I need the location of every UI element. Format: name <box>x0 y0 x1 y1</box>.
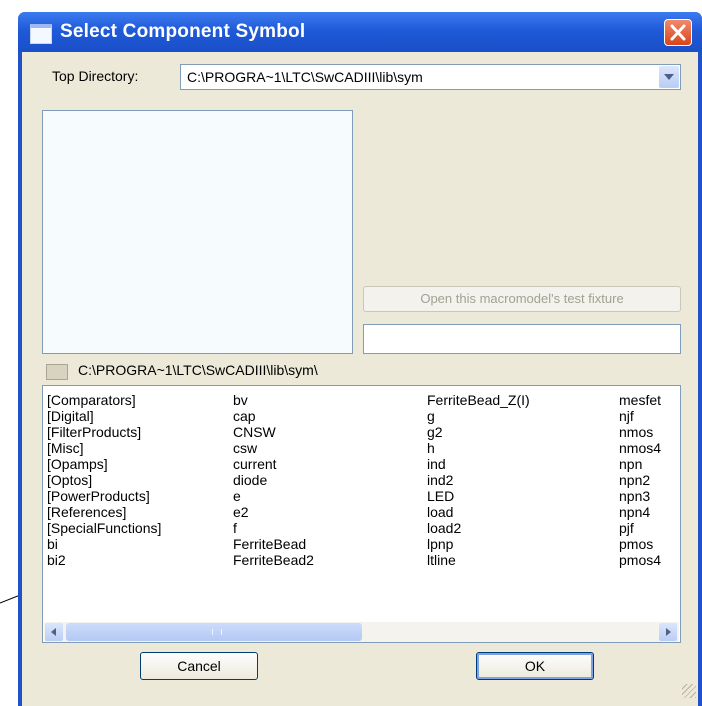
list-item[interactable]: [SpecialFunctions] <box>47 520 161 536</box>
top-directory-label: Top Directory: <box>52 68 139 84</box>
list-item[interactable]: ind2 <box>427 472 530 488</box>
folder-icon <box>46 364 68 380</box>
list-item[interactable]: h <box>427 440 530 456</box>
current-path-label: C:\PROGRA~1\LTC\SwCADIII\lib\sym\ <box>78 362 318 378</box>
list-item[interactable]: npn4 <box>619 504 661 520</box>
list-item[interactable]: mesfet <box>619 392 661 408</box>
list-item[interactable]: csw <box>233 440 314 456</box>
open-test-fixture-button[interactable]: Open this macromodel's test fixture <box>363 286 681 312</box>
list-column-3: FerriteBead_Z(I) g g2 h ind ind2 LED loa… <box>427 392 530 568</box>
symbol-preview-pane <box>42 110 353 354</box>
resize-grip-icon[interactable] <box>682 684 696 698</box>
list-item[interactable]: nmos <box>619 424 661 440</box>
list-item[interactable]: [Misc] <box>47 440 161 456</box>
window-icon <box>30 24 52 44</box>
list-item[interactable]: [PowerProducts] <box>47 488 161 504</box>
close-button[interactable] <box>664 19 692 46</box>
list-item[interactable]: npn2 <box>619 472 661 488</box>
thumb-grip-icon <box>212 629 222 635</box>
list-item[interactable]: g <box>427 408 530 424</box>
list-item[interactable]: current <box>233 456 314 472</box>
list-column-4: mesfet njf nmos nmos4 npn npn2 npn3 npn4… <box>619 392 661 568</box>
list-item[interactable]: pmos4 <box>619 552 661 568</box>
list-item[interactable]: load <box>427 504 530 520</box>
list-item[interactable]: ltline <box>427 552 530 568</box>
list-item[interactable]: CNSW <box>233 424 314 440</box>
list-item[interactable]: e <box>233 488 314 504</box>
list-column-1: [Comparators] [Digital] [FilterProducts]… <box>47 392 161 568</box>
list-item[interactable]: [Comparators] <box>47 392 161 408</box>
list-item[interactable]: npn3 <box>619 488 661 504</box>
list-item[interactable]: e2 <box>233 504 314 520</box>
list-item[interactable]: [Optos] <box>47 472 161 488</box>
list-item[interactable]: pjf <box>619 520 661 536</box>
chevron-down-icon[interactable] <box>659 66 679 88</box>
list-item[interactable]: LED <box>427 488 530 504</box>
list-item[interactable]: pmos <box>619 536 661 552</box>
top-directory-select[interactable]: C:\PROGRA~1\LTC\SwCADIII\lib\sym <box>180 64 681 90</box>
top-directory-value: C:\PROGRA~1\LTC\SwCADIII\lib\sym <box>187 69 423 85</box>
list-item[interactable]: nmos4 <box>619 440 661 456</box>
arrow-left-icon[interactable] <box>45 623 63 641</box>
select-component-symbol-dialog: Select Component Symbol Top Directory: C… <box>18 12 702 706</box>
window-title: Select Component Symbol <box>60 21 306 42</box>
symbol-listbox[interactable]: [Comparators] [Digital] [FilterProducts]… <box>42 385 681 643</box>
list-item[interactable]: diode <box>233 472 314 488</box>
macromodel-description-field[interactable] <box>363 324 681 354</box>
list-item[interactable]: npn <box>619 456 661 472</box>
list-column-2: bv cap CNSW csw current diode e e2 f Fer… <box>233 392 314 568</box>
list-item[interactable]: f <box>233 520 314 536</box>
list-item[interactable]: FerriteBead2 <box>233 552 314 568</box>
list-item[interactable]: FerriteBead <box>233 536 314 552</box>
close-icon <box>670 24 686 41</box>
list-item[interactable]: [Opamps] <box>47 456 161 472</box>
list-item[interactable]: g2 <box>427 424 530 440</box>
horizontal-scrollbar[interactable] <box>44 622 679 642</box>
list-item[interactable]: cap <box>233 408 314 424</box>
list-item[interactable]: bi2 <box>47 552 161 568</box>
dialog-body: Top Directory: C:\PROGRA~1\LTC\SwCADIII\… <box>22 52 698 706</box>
list-item[interactable]: FerriteBead_Z(I) <box>427 392 530 408</box>
list-item[interactable]: [FilterProducts] <box>47 424 161 440</box>
list-item[interactable]: njf <box>619 408 661 424</box>
arrow-right-icon[interactable] <box>659 623 677 641</box>
cancel-button[interactable]: Cancel <box>140 652 258 680</box>
list-item[interactable]: lpnp <box>427 536 530 552</box>
scrollbar-thumb[interactable] <box>66 623 362 641</box>
ok-button[interactable]: OK <box>476 652 594 680</box>
list-item[interactable]: bi <box>47 536 161 552</box>
list-item[interactable]: bv <box>233 392 314 408</box>
list-item[interactable]: ind <box>427 456 530 472</box>
list-item[interactable]: load2 <box>427 520 530 536</box>
list-item[interactable]: [References] <box>47 504 161 520</box>
list-item[interactable]: [Digital] <box>47 408 161 424</box>
title-bar[interactable]: Select Component Symbol <box>18 12 702 52</box>
